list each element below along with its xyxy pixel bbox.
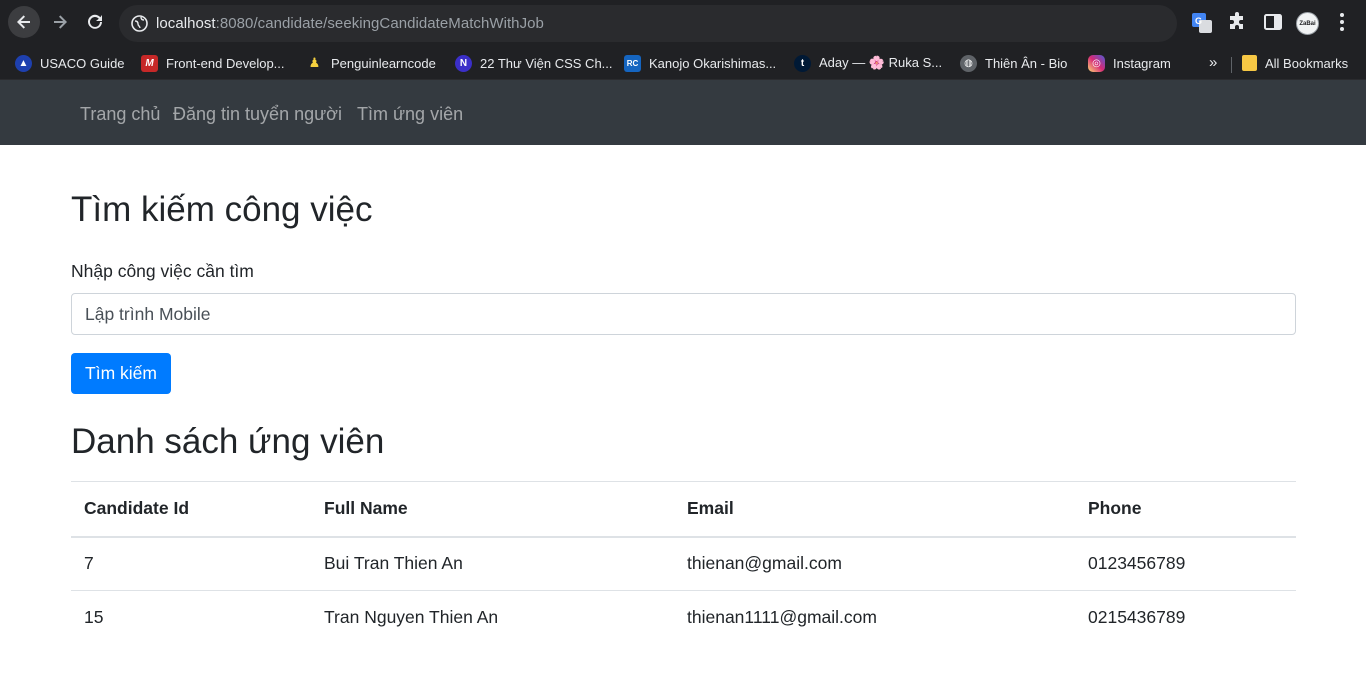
bookmark-label: 22 Thư Viện CSS Ch... xyxy=(480,55,613,71)
job-search-input[interactable] xyxy=(71,293,1296,335)
bookmark-penguinlearncode[interactable]: ♟ Penguinlearncode xyxy=(306,53,436,73)
nav-link-post-job[interactable]: Đăng tin tuyển người xyxy=(173,104,342,125)
more-bookmarks-button[interactable]: » xyxy=(1209,54,1217,71)
nav-link-home[interactable]: Trang chủ xyxy=(80,104,160,125)
bookmark-usaco-guide[interactable]: ▲ USACO Guide xyxy=(15,53,125,73)
candidate-list-heading: Danh sách ứng viên xyxy=(71,422,385,461)
usaco-icon: ▲ xyxy=(15,54,32,72)
arrow-right-icon xyxy=(54,15,67,29)
cell-candidate-id: 7 xyxy=(71,536,311,591)
bookmarks-divider xyxy=(1231,57,1232,73)
bookmark-label: Penguinlearncode xyxy=(331,55,436,71)
table-header-row: Candidate Id Full Name Email Phone xyxy=(71,481,1296,538)
cell-phone: 0215436789 xyxy=(1088,607,1186,628)
search-button[interactable]: Tìm kiếm xyxy=(71,353,171,394)
column-header-phone: Phone xyxy=(1075,481,1296,538)
extensions-puzzle-icon[interactable] xyxy=(1228,12,1248,32)
url-text: localhost:8080/candidate/seekingCandidat… xyxy=(156,15,544,32)
app-navbar: Trang chủ Đăng tin tuyển người Tìm ứng v… xyxy=(0,80,1366,145)
cell-phone: 0123456789 xyxy=(1075,536,1296,591)
column-header-email: Email xyxy=(674,481,1075,538)
bookmark-aday[interactable]: t Aday — 🌸 Ruka S... xyxy=(794,53,942,73)
penguin-icon: ♟ xyxy=(308,55,321,70)
bookmark-label: Thiên Ân - Bio xyxy=(985,55,1068,71)
all-bookmarks-label: All Bookmarks xyxy=(1265,55,1349,71)
forward-button[interactable] xyxy=(44,6,76,38)
profile-avatar[interactable]: ZaBai xyxy=(1296,12,1319,35)
address-bar[interactable]: localhost:8080/candidate/seekingCandidat… xyxy=(119,5,1177,42)
search-heading: Tìm kiếm công việc xyxy=(71,190,373,229)
table-row: 7 Bui Tran Thien An thienan@gmail.com 01… xyxy=(71,536,1296,591)
bookmark-label: USACO Guide xyxy=(40,55,125,71)
bookmark-css-library[interactable]: N 22 Thư Viện CSS Ch... xyxy=(455,53,613,73)
bookmark-kanojo[interactable]: RC Kanojo Okarishimas... xyxy=(624,53,776,73)
column-header-full-name: Full Name xyxy=(311,481,674,538)
bookmarks-bar: ▲ USACO Guide M Front-end Develop... ♟ P… xyxy=(0,46,1366,80)
reload-icon xyxy=(88,14,102,29)
nav-link-find-candidates[interactable]: Tìm ứng viên xyxy=(357,104,463,125)
cell-full-name: Bui Tran Thien An xyxy=(311,536,674,591)
rc-icon: RC xyxy=(624,54,641,72)
column-header-candidate-id: Candidate Id xyxy=(71,481,311,538)
svg-text:G: G xyxy=(1195,16,1202,26)
side-panel-icon[interactable] xyxy=(1263,12,1283,32)
instagram-icon: ◎ xyxy=(1088,54,1105,72)
fem-icon: M xyxy=(141,54,158,72)
back-button[interactable] xyxy=(8,6,40,38)
url-path: :8080/candidate/seekingCandidateMatchWit… xyxy=(215,15,544,32)
all-bookmarks-folder[interactable]: All Bookmarks xyxy=(1242,53,1348,73)
folder-icon xyxy=(1242,55,1257,71)
url-host: localhost xyxy=(156,15,216,32)
arrow-left-icon xyxy=(17,15,30,29)
bookmark-instagram[interactable]: ◎ Instagram xyxy=(1088,53,1171,73)
cell-full-name: Tran Nguyen Thien An xyxy=(324,607,499,628)
site-info-icon[interactable] xyxy=(131,15,148,32)
cell-email: thienan@gmail.com xyxy=(674,536,1075,591)
tumblr-icon: t xyxy=(794,54,811,72)
n-icon: N xyxy=(455,54,472,72)
cell-email: thienan1111@gmail.com xyxy=(687,607,877,628)
browser-menu-icon[interactable] xyxy=(1337,13,1347,35)
candidate-table: Candidate Id Full Name Email Phone 7 Bui… xyxy=(71,481,1296,645)
bookmark-label: Front-end Develop... xyxy=(166,55,285,71)
reload-button[interactable] xyxy=(79,6,111,38)
bookmark-label: Aday — 🌸 Ruka S... xyxy=(819,55,943,70)
search-label: Nhập công việc cần tìm xyxy=(71,261,254,281)
bookmark-label: Kanojo Okarishimas... xyxy=(649,55,777,71)
globe-icon: ◍ xyxy=(960,54,977,72)
cell-candidate-id: 15 xyxy=(84,607,104,628)
translate-extension-icon[interactable]: G xyxy=(1191,12,1213,34)
browser-toolbar: localhost:8080/candidate/seekingCandidat… xyxy=(0,0,1366,46)
bookmark-label: Instagram xyxy=(1113,55,1171,71)
bookmark-thien-an-bio[interactable]: ◍ Thiên Ân - Bio xyxy=(960,53,1067,73)
bookmark-frontend-developer[interactable]: M Front-end Develop... xyxy=(141,53,285,73)
table-row: 15 Tran Nguyen Thien An thienan1111@gmai… xyxy=(71,591,1296,645)
